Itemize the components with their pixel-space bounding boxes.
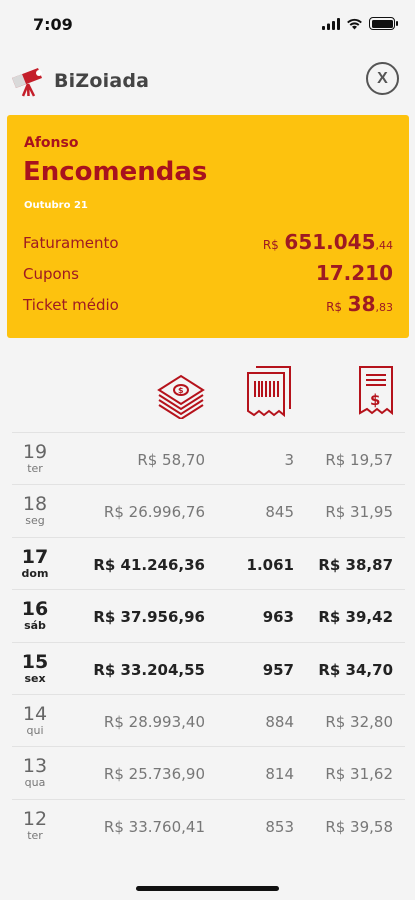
table-row[interactable]: 19 ter R$ 58,70 3 R$ 19,57 [12,432,405,484]
day-weekday: qua [24,776,46,790]
table-row[interactable]: 13 qua R$ 25.736,90 814 R$ 31,62 [12,746,405,798]
wifi-icon [347,18,362,29]
ticket-cell: R$ 31,95 [325,503,393,522]
close-button[interactable]: X [366,62,399,95]
metric-cents: ,83 [375,301,394,314]
day-number: 15 [21,650,49,673]
revenue-cell: R$ 26.996,76 [103,503,205,522]
day-number: 12 [22,807,48,830]
metric-amount: 651.045 [284,230,376,254]
revenue-cell: R$ 41.246,36 [93,555,205,574]
day-cell: 16 sáb [20,598,50,632]
metric-label: Ticket médio [23,296,119,314]
column-icons: $ $ [0,365,415,423]
day-weekday: seg [25,514,45,528]
day-number: 13 [22,755,48,778]
day-cell: 13 qua [20,755,50,789]
table-row[interactable]: 12 ter R$ 33.760,41 853 R$ 39,58 [12,798,405,851]
day-cell: 17 dom [20,546,50,580]
metric-currency: R$ [326,300,343,314]
table-row[interactable]: 16 sáb R$ 37.956,96 963 R$ 39,42 [12,589,405,641]
logo-mark-icon [12,68,42,97]
metric-coupons: Cupons 17.210 [23,259,393,285]
day-number: 18 [22,493,48,516]
day-weekday: ter [27,462,43,475]
metric-value: R$ 651.045,44 [263,230,393,254]
ticket-cell: R$ 38,87 [318,555,393,574]
coupons-cell: 3 [284,451,294,469]
store-name: Afonso [24,135,79,151]
page-title: Encomendas [23,157,208,187]
metric-cents: ,44 [375,239,394,252]
day-cell: 18 seg [20,493,50,527]
revenue-cell: R$ 25.736,90 [103,765,205,784]
daily-table: 19 ter R$ 58,70 3 R$ 19,57 18 seg R$ 26.996,76 8… [12,432,405,851]
summary-card: Afonso Encomendas Outubro 21 Faturamento… [7,115,409,338]
svg-text:$: $ [178,386,184,395]
status-icons [322,17,398,30]
metric-currency: R$ [262,238,279,252]
table-row[interactable]: 18 seg R$ 26.996,76 845 R$ 31,95 [12,484,405,536]
ticket-cell: R$ 19,57 [325,451,393,469]
metric-label: Cupons [23,265,80,283]
day-cell: 14 qui [20,703,50,737]
day-weekday: qui [26,723,44,737]
coupons-cell: 963 [262,608,294,627]
metric-value: 17.210 [316,261,393,285]
day-weekday: sex [24,671,46,685]
ticket-cell: R$ 34,70 [318,660,393,679]
ticket-cell: R$ 39,42 [318,608,393,627]
money-stack-icon: $ [157,374,205,419]
revenue-cell: R$ 33.760,41 [103,817,205,836]
app-logo: BiZoiada [8,64,149,98]
ticket-cell: R$ 32,80 [325,712,393,731]
table-row[interactable]: 15 sex R$ 33.204,55 957 R$ 34,70 [12,641,405,694]
table-row[interactable]: 17 dom R$ 41.246,36 1.061 R$ 38,87 [12,536,405,589]
top-bar: BiZoiada X [0,58,415,104]
day-weekday: dom [21,566,49,580]
day-cell: 19 ter [20,441,50,475]
coupons-cell: 845 [265,503,294,522]
coupons-cell: 814 [265,765,294,784]
coupons-cell: 957 [262,660,294,679]
receipt-dollar-icon: $ [359,366,393,416]
period-label: Outubro 21 [24,200,88,211]
revenue-cell: R$ 58,70 [137,451,205,469]
metric-label: Faturamento [23,234,119,252]
day-cell: 12 ter [20,808,50,842]
day-weekday: sáb [24,619,46,633]
battery-icon [369,17,398,30]
metric-revenue: Faturamento R$ 651.045,44 [23,228,393,254]
status-bar: 7:09 [0,0,415,50]
coupons-cell: 884 [265,712,294,731]
home-indicator[interactable] [136,886,279,891]
coupons-cell: 1.061 [246,555,294,574]
revenue-cell: R$ 33.204,55 [93,660,205,679]
status-time: 7:09 [33,15,73,34]
metric-amount: 38 [347,292,376,316]
day-number: 17 [21,545,49,568]
table-row[interactable]: 14 qui R$ 28.993,40 884 R$ 32,80 [12,693,405,746]
metric-ticket: Ticket médio R$ 38,83 [23,290,393,316]
revenue-cell: R$ 28.993,40 [103,712,205,731]
ticket-cell: R$ 31,62 [325,765,393,784]
ticket-cell: R$ 39,58 [325,817,393,836]
day-cell: 15 sex [20,651,50,685]
day-number: 14 [22,702,48,725]
day-weekday: ter [27,828,43,842]
coupons-cell: 853 [265,817,294,836]
logo-text: BiZoiada [54,70,150,92]
metric-amount: 17.210 [315,261,393,285]
svg-text:$: $ [370,391,380,409]
metric-value: R$ 38,83 [326,292,393,316]
receipts-icon [247,366,291,418]
day-number: 16 [21,598,49,621]
revenue-cell: R$ 37.956,96 [93,608,205,627]
signal-icon [322,17,340,30]
day-number: 19 [22,441,48,463]
